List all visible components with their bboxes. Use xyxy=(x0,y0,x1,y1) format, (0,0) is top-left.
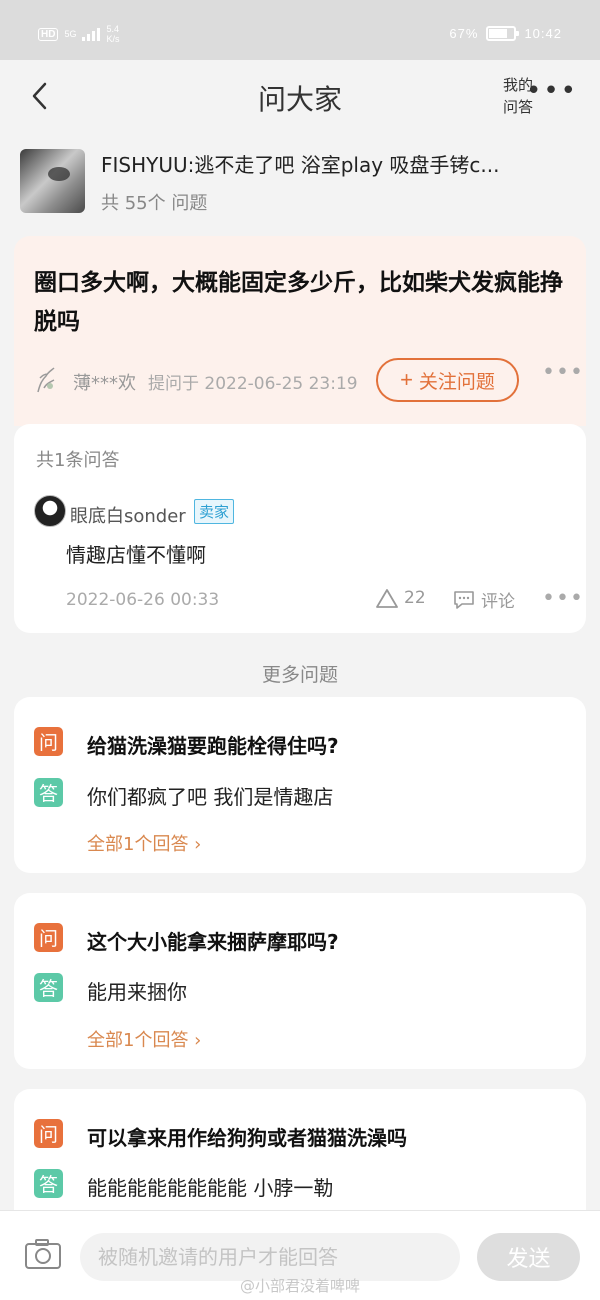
qa-question: 给猫洗澡猫要跑能栓得住吗? xyxy=(87,734,339,758)
all-answers-link[interactable]: 全部1个回答 › xyxy=(87,830,201,856)
like-button[interactable]: 22 xyxy=(374,587,426,609)
answer-tag: 答 xyxy=(34,1169,63,1198)
ask-time: 提问于 2022-06-25 23:19 xyxy=(148,374,358,394)
question-count: 共 55个 问题 xyxy=(101,193,208,214)
more-horizontal-icon[interactable]: ••• xyxy=(526,78,578,104)
qa-card-2[interactable]: 问 这个大小能拿来捆萨摩耶吗? 答 能用来捆你 全部1个回答 › xyxy=(14,893,586,1069)
question-card: 圈口多大啊，大概能固定多少斤，比如柴犬发疯能挣脱吗 薄***欢 提问于 2022… xyxy=(14,236,586,426)
battery-fill xyxy=(489,29,507,38)
answerer-name[interactable]: 眼底白sonder xyxy=(70,502,186,528)
qa-card-1[interactable]: 问 给猫洗澡猫要跑能栓得住吗? 答 你们都疯了吧 我们是情趣店 全部1个回答 › xyxy=(14,697,586,873)
question-tag: 问 xyxy=(34,727,63,756)
asker-avatar xyxy=(37,367,55,393)
seller-badge: 卖家 xyxy=(194,499,235,524)
watermark: @小部君没着啤啤 xyxy=(239,1277,360,1295)
qa-answer: 你们都疯了吧 我们是情趣店 xyxy=(87,785,334,809)
comment-label: 评论 xyxy=(481,592,515,612)
qa-answer: 能能能能能能能能 小脖一勒 xyxy=(87,1176,334,1200)
battery-percent: 67% xyxy=(449,26,479,41)
answer-text: 情趣店懂不懂啊 xyxy=(66,543,206,567)
send-button[interactable]: 发送 xyxy=(477,1233,580,1281)
speed-value: 5.4 xyxy=(106,24,119,34)
comment-button[interactable]: 评论 xyxy=(452,587,515,612)
all-answers-link[interactable]: 全部1个回答 › xyxy=(87,1026,201,1052)
status-left: HD 5G 5.4 K/s xyxy=(38,24,119,44)
answerer-avatar[interactable] xyxy=(34,495,66,527)
battery-icon xyxy=(486,26,520,41)
product-thumbnail xyxy=(20,149,85,213)
product-header[interactable]: FISHYUU:逃不走了吧 浴室play 吸盘手铐c... 共 55个 问题 xyxy=(0,135,600,230)
question-more-icon[interactable]: ••• xyxy=(542,362,584,384)
plus-icon: + xyxy=(400,367,413,392)
nav-bar: 问大家 我的 问答 ••• xyxy=(0,60,600,135)
hd-indicator: HD xyxy=(38,27,59,41)
speed-unit: K/s xyxy=(106,34,120,44)
answer-tag: 答 xyxy=(34,973,63,1002)
follow-question-button[interactable]: + 关注问题 xyxy=(376,358,519,402)
camera-icon[interactable] xyxy=(24,1237,62,1271)
like-count: 22 xyxy=(404,588,426,608)
question-tag: 问 xyxy=(34,1119,63,1148)
question-tag: 问 xyxy=(34,923,63,952)
comment-icon xyxy=(454,590,474,609)
follow-label: 关注问题 xyxy=(418,371,495,393)
status-right: 67% 10:42 xyxy=(449,26,562,41)
question-text: 圈口多大啊，大概能固定多少斤，比如柴犬发疯能挣脱吗 xyxy=(34,270,563,335)
more-questions-title: 更多问题 xyxy=(261,664,338,686)
asker-name: 薄***欢 xyxy=(73,373,136,394)
answer-more-icon[interactable]: ••• xyxy=(542,588,584,610)
product-name: FISHYUU:逃不走了吧 浴室play 吸盘手铐c... xyxy=(101,153,500,177)
qa-question: 可以拿来用作给狗狗或者猫猫洗澡吗 xyxy=(87,1126,407,1150)
signal-icon xyxy=(82,27,101,41)
network-speed: 5.4 K/s xyxy=(106,24,119,44)
answer-input[interactable] xyxy=(80,1233,460,1281)
qa-answer: 能用来捆你 xyxy=(87,980,187,1004)
clock: 10:42 xyxy=(524,26,562,41)
network-label: 5G xyxy=(64,29,77,39)
status-bar: HD 5G 5.4 K/s 67% 10:42 xyxy=(0,0,600,60)
answer-card: 共1条问答 眼底白sonder 卖家 情趣店懂不懂啊 2022-06-26 00… xyxy=(14,424,586,633)
qa-question: 这个大小能拿来捆萨摩耶吗? xyxy=(87,930,339,954)
qa-card-3[interactable]: 问 可以拿来用作给狗狗或者猫猫洗澡吗 答 能能能能能能能能 小脖一勒 xyxy=(14,1089,586,1229)
answer-count: 共1条问答 xyxy=(36,450,120,471)
answer-time: 2022-06-26 00:33 xyxy=(66,590,220,610)
answer-tag: 答 xyxy=(34,778,63,807)
thumb-up-icon xyxy=(376,589,398,608)
